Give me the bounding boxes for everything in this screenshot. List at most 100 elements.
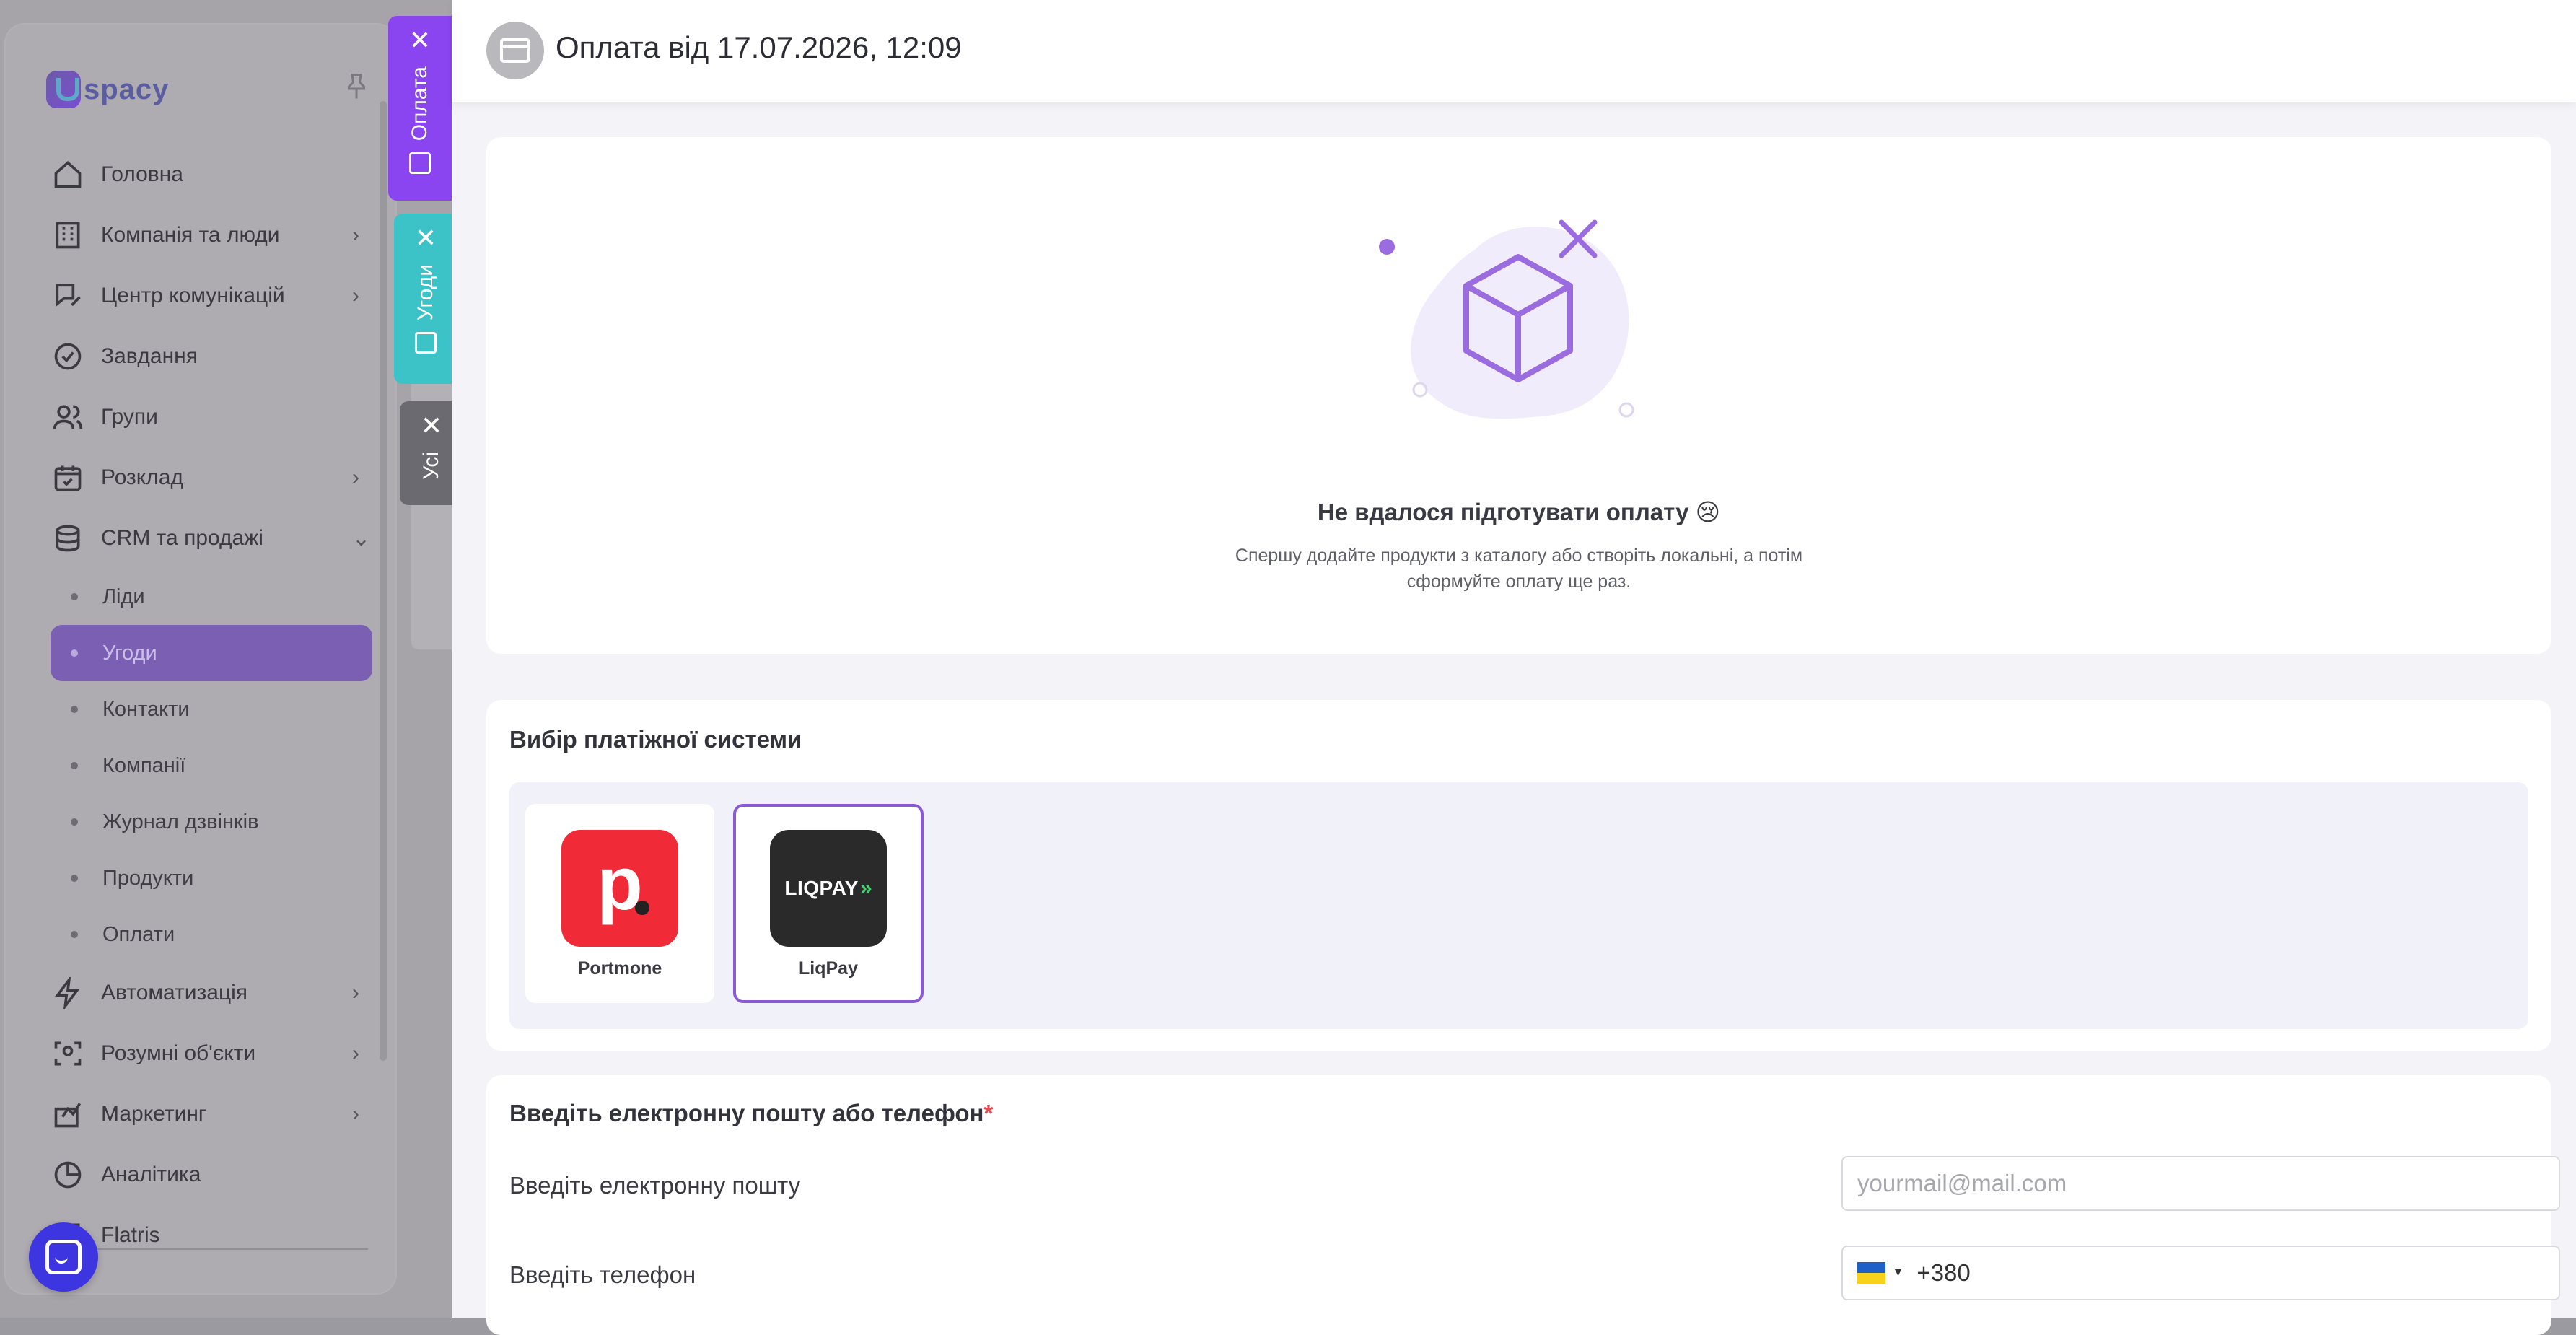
sidebar-item-label: Розумні об'єкти xyxy=(101,1041,256,1065)
side-tab-deals[interactable]: ✕ Угоди xyxy=(394,214,457,384)
close-icon[interactable]: ✕ xyxy=(421,413,442,439)
pie-chart-icon xyxy=(51,1157,85,1192)
chevron-right-icon: › xyxy=(352,223,359,247)
sidebar-item-company[interactable]: Компанія та люди › xyxy=(51,205,372,266)
bullet-dot xyxy=(71,706,78,713)
sidebar-subitem-label: Ліди xyxy=(102,585,145,608)
sidebar-subitem-contacts[interactable]: Контакти xyxy=(51,681,372,737)
sidebar-item-flatris[interactable]: Flatris xyxy=(51,1205,372,1266)
payment-option-label: LiqPay xyxy=(799,958,858,979)
users-icon xyxy=(51,400,85,434)
bullet-dot xyxy=(71,875,78,882)
sidebar-item-label: Компанія та люди xyxy=(101,223,280,247)
receipt-icon xyxy=(409,152,431,175)
page-title: Оплата від 17.07.2026, 12:09 xyxy=(556,30,962,64)
sidebar-subitem-label: Контакти xyxy=(102,697,190,721)
sidebar-item-label: Маркетинг xyxy=(101,1102,206,1126)
sidebar-nav: Головна Компанія та люди › Центр комунік… xyxy=(51,144,372,1266)
chat-icon xyxy=(45,1240,82,1274)
contact-section-title: Введіть електронну пошту або телефон* xyxy=(509,1100,993,1127)
sidebar: spacy Головна Компанія та люди › Центр к… xyxy=(4,23,397,1295)
sidebar-item-home[interactable]: Головна xyxy=(51,144,372,205)
chevron-right-icon: › xyxy=(352,465,359,489)
logo[interactable]: spacy xyxy=(46,69,169,110)
sidebar-subitem-companies[interactable]: Компанії xyxy=(51,737,372,794)
panel-header: Оплата від 17.07.2026, 12:09 xyxy=(452,0,2576,102)
bullet-dot xyxy=(71,931,78,938)
logo-text: spacy xyxy=(84,73,170,105)
payment-option-portmone[interactable]: p Portmone xyxy=(525,804,714,1003)
megaphone-icon xyxy=(51,1097,85,1132)
sidebar-item-schedule[interactable]: Розклад › xyxy=(51,447,372,508)
sidebar-item-label: CRM та продажі xyxy=(101,526,263,550)
sidebar-item-tasks[interactable]: Завдання xyxy=(51,326,372,387)
sidebar-item-communications[interactable]: Центр комунікацій › xyxy=(51,266,372,326)
sidebar-item-label: Групи xyxy=(101,405,158,429)
empty-state-subtitle: Спершу додайте продукти з каталогу або с… xyxy=(1235,546,1803,592)
empty-state-card: Не вдалося підготувати оплату 😢 Спершу д… xyxy=(486,137,2551,654)
chevron-right-icon: › xyxy=(352,284,359,307)
sidebar-item-label: Центр комунікацій xyxy=(101,284,285,307)
ukraine-flag-icon[interactable] xyxy=(1857,1262,1885,1284)
sidebar-item-groups[interactable]: Групи xyxy=(51,387,372,447)
sidebar-subitem-deals[interactable]: Угоди xyxy=(51,625,372,681)
calendar-icon xyxy=(51,460,85,495)
sidebar-item-automation[interactable]: Автоматизація › xyxy=(51,963,372,1023)
chat-edit-icon xyxy=(51,279,85,313)
sidebar-subitem-payments[interactable]: Оплати xyxy=(51,906,372,963)
sidebar-item-label: Розклад xyxy=(101,465,183,489)
sidebar-item-smart-objects[interactable]: Розумні об'єкти › xyxy=(51,1023,372,1084)
payment-system-title: Вибір платіжної системи xyxy=(509,726,802,753)
close-icon[interactable]: ✕ xyxy=(409,27,431,53)
check-circle-icon xyxy=(51,339,85,374)
chevron-right-icon: › xyxy=(352,981,359,1004)
chevron-right-icon: › xyxy=(352,1102,359,1126)
side-tab-payment[interactable]: ✕ Оплата xyxy=(388,16,452,201)
sidebar-item-label: Аналітика xyxy=(101,1163,201,1186)
bullet-dot xyxy=(71,818,78,826)
empty-box-illustration-icon xyxy=(1379,219,1634,419)
payment-option-label: Portmone xyxy=(577,958,662,979)
support-chat-button[interactable] xyxy=(29,1222,98,1292)
pin-icon[interactable] xyxy=(343,72,369,101)
sidebar-item-label: Flatris xyxy=(101,1223,160,1247)
side-tab-label: Оплата xyxy=(408,66,431,141)
liqpay-logo-text: LIQPAY xyxy=(784,877,859,899)
database-icon xyxy=(51,521,85,556)
close-icon[interactable]: ✕ xyxy=(415,225,437,251)
sidebar-item-marketing[interactable]: Маркетинг › xyxy=(51,1084,372,1144)
phone-label: Введіть телефон xyxy=(509,1261,696,1288)
side-tab-label: Усі xyxy=(419,452,443,480)
chevrons-right-icon: » xyxy=(859,876,872,900)
lightning-icon xyxy=(51,976,85,1010)
sidebar-item-label: Головна xyxy=(101,162,183,186)
sidebar-item-label: Завдання xyxy=(101,344,198,368)
sidebar-item-analytics[interactable]: Аналітика xyxy=(51,1144,372,1205)
phone-field[interactable] xyxy=(1908,1247,2559,1299)
required-mark: * xyxy=(983,1100,994,1126)
chevron-right-icon: › xyxy=(352,1041,359,1065)
empty-state-title: Не вдалося підготувати оплату 😢 xyxy=(1317,499,1721,525)
sidebar-scrollbar[interactable] xyxy=(380,101,387,1061)
logo-mark-icon xyxy=(46,71,81,108)
caret-down-icon[interactable]: ▼ xyxy=(1893,1266,1904,1279)
sidebar-subitem-label: Журнал дзвінків xyxy=(102,810,259,833)
contact-title-text: Введіть електронну пошту або телефон xyxy=(509,1100,984,1126)
contact-card: Введіть електронну пошту або телефон* Вв… xyxy=(486,1075,2560,1335)
phone-field-wrapper: ▼ xyxy=(1841,1246,2560,1300)
bullet-dot xyxy=(71,762,78,769)
sidebar-subitem-products[interactable]: Продукти xyxy=(51,850,372,906)
liqpay-logo-icon: LIQPAY » xyxy=(770,830,887,947)
sidebar-subitem-label: Оплати xyxy=(102,922,175,946)
scan-icon xyxy=(51,1036,85,1071)
sidebar-item-crm[interactable]: CRM та продажі ⌄ xyxy=(51,508,372,569)
side-tab-label: Угоди xyxy=(413,264,437,321)
payment-option-liqpay[interactable]: LIQPAY » LiqPay xyxy=(733,804,924,1003)
handshake-icon xyxy=(415,332,437,354)
email-field[interactable] xyxy=(1843,1157,2559,1209)
sidebar-subitem-leads[interactable]: Ліди xyxy=(51,569,372,625)
payment-panel: Оплата від 17.07.2026, 12:09 Не вдалося … xyxy=(452,0,2576,1335)
sidebar-subitem-label: Компанії xyxy=(102,753,186,777)
sidebar-item-label: Автоматизація xyxy=(101,981,248,1004)
sidebar-subitem-call-log[interactable]: Журнал дзвінків xyxy=(51,794,372,850)
